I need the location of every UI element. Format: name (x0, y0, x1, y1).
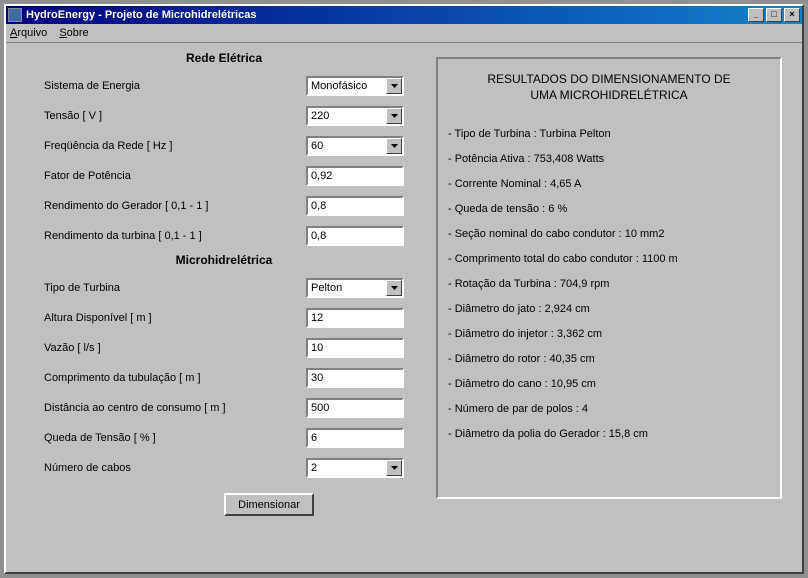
result-line: - Potência Ativa : 753,408 Watts (448, 146, 770, 171)
result-line: - Corrente Nominal : 4,65 A (448, 171, 770, 196)
combo-numero-cabos[interactable]: 2 (306, 458, 404, 478)
label-comprimento: Comprimento da tubulação [ m ] (44, 372, 298, 384)
input-queda-field[interactable] (311, 432, 399, 444)
result-line: - Diâmetro do injetor : 3,362 cm (448, 321, 770, 346)
label-distancia: Distância ao centro de consumo [ m ] (44, 402, 298, 414)
section-rede-title: Rede Elétrica (44, 51, 404, 65)
input-comprimento[interactable] (306, 368, 404, 388)
input-distancia[interactable] (306, 398, 404, 418)
chevron-down-icon[interactable] (386, 78, 402, 94)
results-title: RESULTADOS DO DIMENSIONAMENTO DE UMA MIC… (448, 71, 770, 103)
row-vazao: Vazão [ l/s ] (44, 333, 404, 363)
maximize-button[interactable]: □ (766, 8, 782, 22)
label-vazao: Vazão [ l/s ] (44, 342, 298, 354)
client-area: Rede Elétrica Sistema de Energia Monofás… (6, 43, 802, 572)
app-icon (8, 8, 22, 22)
section-micro-title: Microhidrelétrica (44, 253, 404, 267)
row-distancia: Distância ao centro de consumo [ m ] (44, 393, 404, 423)
row-numero-cabos: Número de cabos 2 (44, 453, 404, 483)
input-rend-turbina[interactable] (306, 226, 404, 246)
close-button[interactable]: × (784, 8, 800, 22)
input-distancia-field[interactable] (311, 402, 399, 414)
row-tipo-turbina: Tipo de Turbina Pelton (44, 273, 404, 303)
result-line: - Seção nominal do cabo condutor : 10 mm… (448, 221, 770, 246)
label-altura: Altura Disponível [ m ] (44, 312, 298, 324)
results-header1: RESULTADOS DO DIMENSIONAMENTO DE (448, 71, 770, 87)
main-window: HydroEnergy - Projeto de Microhidrelétri… (4, 4, 804, 574)
window-title: HydroEnergy - Projeto de Microhidrelétri… (26, 9, 748, 21)
input-altura-field[interactable] (311, 312, 399, 324)
button-row: Dimensionar (44, 493, 404, 516)
dimensionar-button[interactable]: Dimensionar (224, 493, 314, 516)
row-fator: Fator de Potência (44, 161, 404, 191)
label-rend-gerador: Rendimento do Gerador [ 0,1 - 1 ] (44, 200, 298, 212)
combo-frequencia[interactable]: 60 (306, 136, 404, 156)
input-fator[interactable] (306, 166, 404, 186)
row-tensao: Tensão [ V ] 220 (44, 101, 404, 131)
result-line: - Diâmetro da polia do Gerador : 15,8 cm (448, 421, 770, 446)
row-queda: Queda de Tensão [ % ] (44, 423, 404, 453)
menubar: Arquivo Sobre (6, 24, 802, 43)
results-panel: RESULTADOS DO DIMENSIONAMENTO DE UMA MIC… (436, 57, 782, 499)
row-rend-turbina: Rendimento da turbina [ 0,1 - 1 ] (44, 221, 404, 251)
combo-sistema[interactable]: Monofásico (306, 76, 404, 96)
input-rend-gerador-field[interactable] (311, 200, 399, 212)
label-rend-turbina: Rendimento da turbina [ 0,1 - 1 ] (44, 230, 298, 242)
chevron-down-icon[interactable] (386, 138, 402, 154)
chevron-down-icon[interactable] (386, 460, 402, 476)
titlebar[interactable]: HydroEnergy - Projeto de Microhidrelétri… (6, 6, 802, 24)
label-queda: Queda de Tensão [ % ] (44, 432, 298, 444)
input-rend-turbina-field[interactable] (311, 230, 399, 242)
input-vazao[interactable] (306, 338, 404, 358)
result-line: - Diâmetro do rotor : 40,35 cm (448, 346, 770, 371)
result-line: - Diâmetro do cano : 10,95 cm (448, 371, 770, 396)
row-rend-gerador: Rendimento do Gerador [ 0,1 - 1 ] (44, 191, 404, 221)
result-line: - Comprimento total do cabo condutor : 1… (448, 246, 770, 271)
label-frequencia: Freqüência da Rede [ Hz ] (44, 140, 298, 152)
row-sistema: Sistema de Energia Monofásico (44, 71, 404, 101)
combo-frequencia-text: 60 (308, 140, 386, 152)
combo-numero-cabos-text: 2 (308, 462, 386, 474)
row-frequencia: Freqüência da Rede [ Hz ] 60 (44, 131, 404, 161)
result-line: - Rotação da Turbina : 704,9 rpm (448, 271, 770, 296)
input-rend-gerador[interactable] (306, 196, 404, 216)
result-line: - Número de par de polos : 4 (448, 396, 770, 421)
combo-sistema-text: Monofásico (308, 80, 386, 92)
chevron-down-icon[interactable] (386, 280, 402, 296)
row-altura: Altura Disponível [ m ] (44, 303, 404, 333)
combo-tensao[interactable]: 220 (306, 106, 404, 126)
label-numero-cabos: Número de cabos (44, 462, 298, 474)
chevron-down-icon[interactable] (386, 108, 402, 124)
menu-sobre[interactable]: Sobre (59, 27, 88, 39)
results-list: - Tipo de Turbina : Turbina Pelton - Pot… (448, 121, 770, 446)
minimize-button[interactable]: _ (748, 8, 764, 22)
result-line: - Tipo de Turbina : Turbina Pelton (448, 121, 770, 146)
result-line: - Diâmetro do jato : 2,924 cm (448, 296, 770, 321)
input-altura[interactable] (306, 308, 404, 328)
combo-tipo-turbina[interactable]: Pelton (306, 278, 404, 298)
menu-arquivo[interactable]: Arquivo (10, 27, 47, 39)
window-controls: _ □ × (748, 8, 800, 22)
row-comprimento: Comprimento da tubulação [ m ] (44, 363, 404, 393)
results-header2: UMA MICROHIDRELÉTRICA (448, 87, 770, 103)
form-panel: Rede Elétrica Sistema de Energia Monofás… (44, 49, 404, 516)
label-tensao: Tensão [ V ] (44, 110, 298, 122)
label-tipo-turbina: Tipo de Turbina (44, 282, 298, 294)
label-fator: Fator de Potência (44, 170, 298, 182)
label-sistema: Sistema de Energia (44, 80, 298, 92)
input-queda[interactable] (306, 428, 404, 448)
combo-tensao-text: 220 (308, 110, 386, 122)
input-vazao-field[interactable] (311, 342, 399, 354)
input-comprimento-field[interactable] (311, 372, 399, 384)
input-fator-field[interactable] (311, 170, 399, 182)
result-line: - Queda de tensão : 6 % (448, 196, 770, 221)
combo-tipo-turbina-text: Pelton (308, 282, 386, 294)
